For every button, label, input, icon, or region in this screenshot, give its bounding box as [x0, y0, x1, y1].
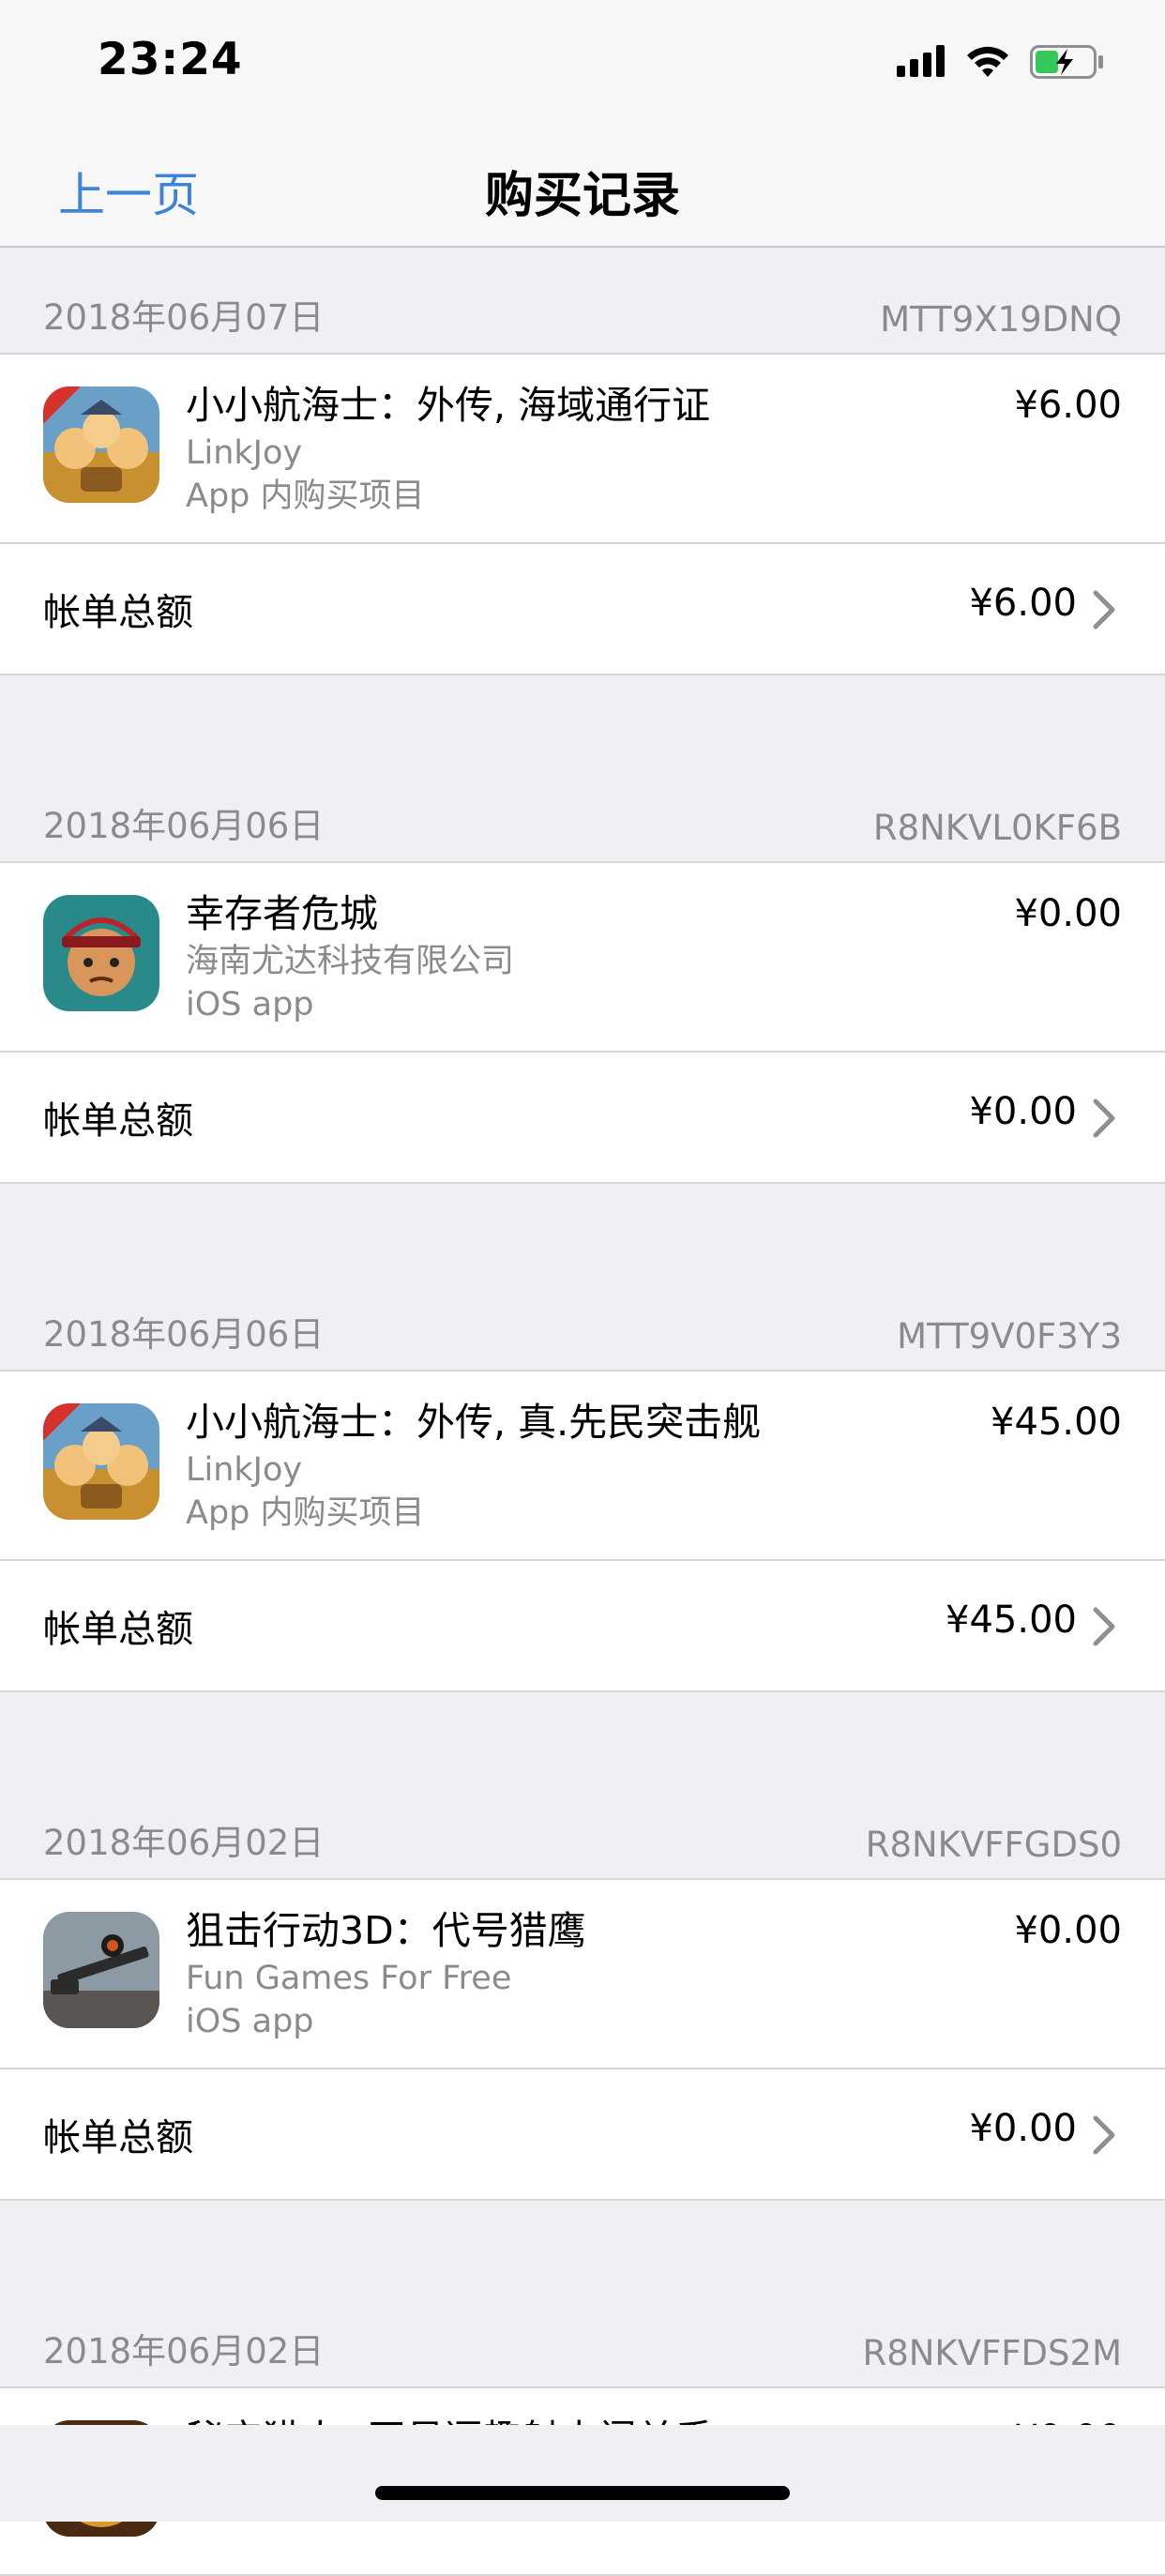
item-price: ¥6.00 [1014, 384, 1122, 427]
sniper-game-icon [43, 1912, 159, 2028]
item-developer: Fun Games For Free [186, 1960, 512, 1997]
order-id: MTT9V0F3Y3 [897, 1316, 1122, 1356]
bill-total-row[interactable]: 帐单总额 ¥45.00 [0, 1561, 1165, 1692]
item-developer: LinkJoy [186, 1451, 303, 1489]
bill-total-label: 帐单总额 [43, 1099, 193, 1143]
item-price: ¥45.00 [991, 1401, 1122, 1444]
pirate-game-icon [43, 1403, 159, 1520]
item-price: ¥0.00 [1014, 1909, 1122, 1952]
order-id: R8NKVFFDS2M [862, 2333, 1122, 2373]
bill-total-row[interactable]: 帐单总额 ¥6.00 [0, 544, 1165, 675]
purchase-section-header: 2018年06月07日 MTT9X19DNQ [0, 248, 1165, 355]
order-id: R8NKVL0KF6B [872, 808, 1122, 848]
purchase-date: 2018年06月06日 [43, 806, 325, 846]
purchase-date: 2018年06月02日 [43, 2331, 325, 2371]
purchase-section: 2018年06月02日 R8NKVFFGDS0 狙击行动3D：代号猎鹰 Fun Gam… [0, 1756, 1165, 2265]
purchase-list: 2018年06月07日 MTT9X19DNQ 小小航海士：外传, 海域通行证 Link… [0, 248, 1165, 2576]
bill-total-label: 帐单总额 [43, 1608, 193, 1651]
item-name: 小小航海士：外传, 海域通行证 [186, 383, 711, 428]
survivor-game-icon [43, 895, 159, 1011]
wifi-icon [967, 46, 1008, 77]
cellular-signal-icon [897, 45, 945, 77]
item-developer: 海南尤达科技有限公司 [186, 943, 515, 980]
item-type: App 内购买项目 [186, 477, 425, 515]
purchase-item-row[interactable]: 小小航海士：外传, 真.先民突击舰 LinkJoy App 内购买项目 ¥45.00 [0, 1371, 1165, 1561]
item-type: iOS app [186, 2003, 314, 2040]
bill-total-amount: ¥0.00 [969, 2107, 1077, 2150]
bill-total-label: 帐单总额 [43, 591, 193, 634]
purchase-item-row[interactable]: 小小航海士：外传, 海域通行证 LinkJoy App 内购买项目 ¥6.00 [0, 355, 1165, 544]
purchase-section-header: 2018年06月06日 MTT9V0F3Y3 [0, 1248, 1165, 1371]
purchase-date: 2018年06月06日 [43, 1314, 325, 1355]
chevron-right-icon [1093, 1099, 1115, 1138]
order-id: MTT9X19DNQ [880, 299, 1122, 340]
status-time: 23:24 [98, 34, 243, 85]
purchase-section: 2018年06月07日 MTT9X19DNQ 小小航海士：外传, 海域通行证 Link… [0, 248, 1165, 739]
item-type: iOS app [186, 986, 314, 1023]
purchase-date: 2018年06月02日 [43, 1823, 325, 1863]
chevron-right-icon [1093, 590, 1115, 629]
purchase-section: 2018年06月06日 MTT9V0F3Y3 小小航海士：外传, 真.先民突击舰 Li… [0, 1248, 1165, 1756]
bill-total-amount: ¥0.00 [969, 1090, 1077, 1133]
chevron-right-icon [1093, 1607, 1115, 1646]
purchase-section: 2018年06月06日 R8NKVL0KF6B 幸存者危城海南尤达科技有限公司 iOS… [0, 739, 1165, 1248]
purchase-date: 2018年06月07日 [43, 297, 325, 338]
item-type: App 内购买项目 [186, 1494, 425, 1532]
bill-total-row[interactable]: 帐单总额 ¥0.00 [0, 1053, 1165, 1184]
purchase-section: 2018年06月02日R8NKVFFDS2M秘宝猎人--网易逗趣射击闯关手¥0.… [0, 2265, 1165, 2576]
item-price: ¥0.00 [1014, 892, 1122, 935]
page-title: 购买记录 [484, 168, 680, 224]
bill-total-row[interactable]: 帐单总额 ¥0.00 [0, 2069, 1165, 2201]
purchase-section-header: 2018年06月02日 R8NKVFFDS2M [0, 2265, 1165, 2388]
item-name: 幸存者危城 [186, 891, 378, 936]
status-bar: 23:24 [0, 0, 1165, 124]
chevron-right-icon [1093, 2115, 1115, 2155]
purchase-section-header: 2018年06月02日 R8NKVFFGDS0 [0, 1756, 1165, 1880]
bill-total-label: 帐单总额 [43, 2116, 193, 2159]
item-name: 狙击行动3D：代号猎鹰 [186, 1908, 586, 1953]
item-name: 小小航海士：外传, 真.先民突击舰 [186, 1400, 762, 1445]
item-developer: LinkJoy [186, 434, 303, 472]
pirate-game-icon [43, 386, 159, 503]
purchase-item-row[interactable]: 幸存者危城海南尤达科技有限公司 iOS app ¥0.00 [0, 863, 1165, 1053]
home-indicator-area [0, 2425, 1165, 2522]
bill-total-amount: ¥45.00 [946, 1599, 1077, 1642]
bill-total-amount: ¥6.00 [969, 582, 1077, 625]
order-id: R8NKVFFGDS0 [865, 1825, 1122, 1865]
purchase-section-header: 2018年06月06日 R8NKVL0KF6B [0, 739, 1165, 863]
home-indicator[interactable] [375, 2486, 790, 2500]
navigation-bar: 上一页 购买记录 [0, 124, 1165, 248]
purchase-item-row[interactable]: 狙击行动3D：代号猎鹰 Fun Games For Free iOS app ¥0.0… [0, 1880, 1165, 2069]
battery-charging-icon [1030, 45, 1103, 79]
